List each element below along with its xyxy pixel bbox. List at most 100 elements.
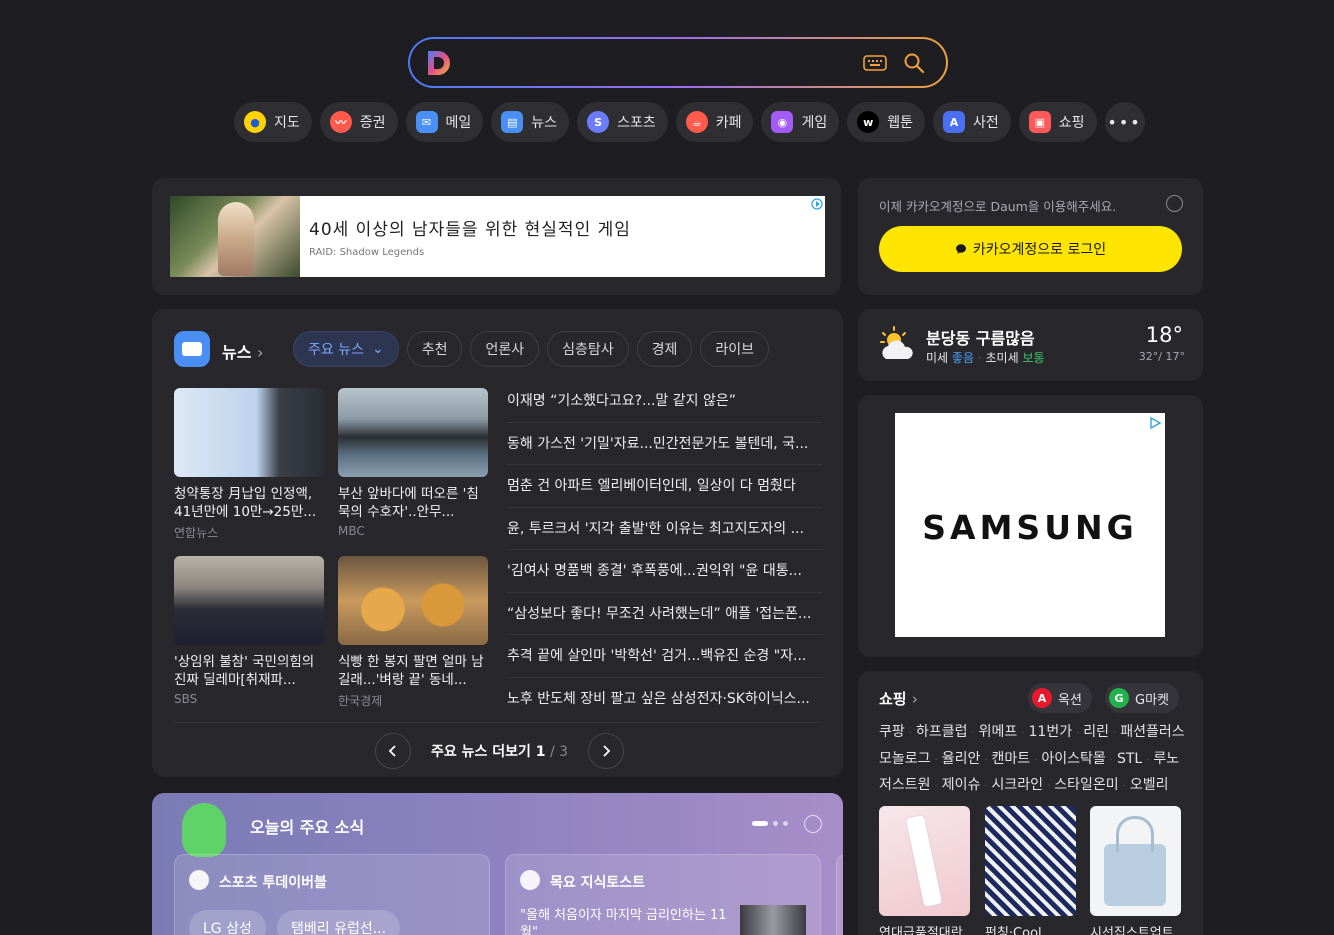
auction-link[interactable]: A 옥션 [1028,683,1092,713]
shop-link[interactable]: 모놀로그 [879,751,931,767]
shortcut-game[interactable]: ◉ 게임 [761,102,840,142]
shortcut-dictionary[interactable]: A 사전 [933,102,1011,142]
news-card[interactable]: '상임위 불참' 국민의힘의 진짜 딜레마[취재파... SBS [174,556,324,706]
shop-link[interactable]: 쿠팡 [879,724,905,740]
headline-list: 이재명 “기소했다고요?...말 같지 않은” 동해 가스전 '기밀'자료...… [507,380,822,720]
tab-press[interactable]: 언론사 [470,331,540,367]
service-shortcuts: ● 지도 〰 증권 ✉ 메일 ▤ 뉴스 S 스포츠 ☕ 카페 ◉ 게임 w 웹툰 A 사전 ▣ 쇼핑… [234,102,1145,142]
today-card-sports[interactable]: 스포츠 투데이버블 LG 삼성 탬베리 유럽선... [174,854,490,935]
shop-link[interactable]: 11번가 [1029,724,1073,740]
tab-live[interactable]: 라이브 [700,331,770,367]
search-input[interactable] [466,47,856,79]
gmarket-link[interactable]: G G마켓 [1105,683,1179,713]
headline-item[interactable]: 노후 반도체 장비 팔고 싶은 삼성전자·SK하이닉스... [507,678,822,721]
shop-link[interactable]: 제이슈 [942,777,981,793]
news-section-icon [174,331,210,367]
kakao-login-button[interactable]: 카카오계정으로 로그인 [879,226,1182,272]
shop-link[interactable]: STL [1117,751,1142,767]
news-tabs: 주요 뉴스 ⌄ 추천 언론사 심층탐사 경제 라이브 [293,331,770,367]
map-pin-icon: ● [244,111,266,133]
headline-item[interactable]: 동해 가스전 '기밀'자료...민간전문가도 볼텐데, 국... [507,423,822,465]
shop-link[interactable]: 패션플러스 [1120,724,1184,740]
today-card-peek [836,854,843,935]
prev-page-button[interactable] [375,733,411,769]
ad-source: RAID: Shadow Legends [309,247,425,258]
info-icon[interactable] [804,815,822,833]
shortcut-webtoon[interactable]: w 웹툰 [847,102,925,142]
side-ad[interactable]: SAMSUNG [858,395,1203,657]
more-services-button[interactable]: ••• [1104,102,1145,142]
news-card[interactable]: 식빵 한 봉지 팔면 얼마 남길래...'벼랑 끝' 동네... 한국경제 [338,556,488,709]
mail-icon: ✉ [415,111,438,133]
carousel-dots[interactable] [752,821,788,826]
ad-content[interactable]: 40세 이상의 남자들을 위한 현실적인 게임 RAID: Shadow Leg… [170,196,825,277]
shortcut-map[interactable]: ● 지도 [234,102,312,142]
shortcut-news[interactable]: ▤ 뉴스 [491,102,570,142]
hashtag-icon [189,870,209,890]
side-ad-content[interactable]: SAMSUNG [895,413,1165,637]
shop-link[interactable]: 하프클럽 [916,724,968,740]
shop-link[interactable]: 율리안 [942,751,981,767]
shortcut-cafe[interactable]: ☕ 카페 [675,102,754,142]
adchoices-icon[interactable] [1149,417,1161,429]
product-name: 시선집스트업트 [1090,926,1174,935]
tab-recommend[interactable]: 추천 [406,331,463,367]
news-card[interactable]: 부산 앞바다에 떠오른 '침묵의 수호자'..안무... MBC [338,388,488,538]
keyboard-icon[interactable] [862,52,888,74]
shortcut-stock[interactable]: 〰 증권 [319,102,398,142]
shopping-title-link[interactable]: 쇼핑 › [879,688,918,709]
shop-link[interactable]: 스타일온미 [1054,777,1118,793]
news-pager: 주요 뉴스 더보기 1 / 3 [375,733,625,769]
next-page-button[interactable] [588,733,625,769]
chip[interactable]: 탬베리 유럽선... [277,910,401,935]
weather-widget[interactable]: 분당동 구름많음 미세 좋음 · 초미세 보통 18° 32°/ 17° [858,309,1203,381]
mascot-icon [182,803,226,857]
headline-item[interactable]: 추격 끝에 살인마 '박학선' 검거...백유진 순경 "자... [507,635,822,678]
ad-title: 40세 이상의 남자들을 위한 현실적인 게임 [309,220,631,240]
shortcut-shopping[interactable]: ▣ 쇼핑 [1018,102,1097,142]
shop-link[interactable]: 시크라인 [992,777,1044,793]
today-card-knowledge[interactable]: 목요 지식토스트 "올해 처음이자 마지막 금리인하는 11월" [505,854,821,935]
chevron-right-icon [603,745,611,757]
ad-banner[interactable]: 40세 이상의 남자들을 위한 현실적인 게임 RAID: Shadow Leg… [152,178,841,295]
product-card[interactable]: 펀칭·Cool [985,806,1076,935]
divider [174,722,821,723]
shop-link[interactable]: 캔마트 [992,751,1031,767]
headline-item[interactable]: '김여사 명품백 종결' 후폭풍에...권익위 "윤 대통... [507,550,822,593]
shopping-bag-icon: ▣ [1028,111,1051,133]
headline-item[interactable]: 이재명 “기소했다고요?...말 같지 않은” [507,380,822,423]
tab-main-news[interactable]: 주요 뉴스 ⌄ [293,331,399,367]
more-dots-icon: ••• [1107,112,1142,132]
news-card-press: MBC [338,524,365,538]
info-icon[interactable] [1166,195,1183,212]
shop-link[interactable]: 오벨리 [1130,777,1169,793]
adchoices-icon[interactable] [811,198,823,210]
product-image [879,806,970,916]
tab-economy[interactable]: 경제 [636,331,693,367]
product-card[interactable]: 시선집스트업트 [1090,806,1181,935]
shortcut-mail[interactable]: ✉ 메일 [405,102,484,142]
shop-link[interactable]: 위메프 [979,724,1018,740]
headline-item[interactable]: “삼성보다 좋다! 무조건 사려했는데” 애플 '접는폰... [507,593,822,635]
search-bar[interactable] [408,37,948,88]
chip[interactable]: LG 삼성 [189,910,266,935]
shortcut-sports[interactable]: S 스포츠 [577,102,668,142]
stock-chart-icon: 〰 [329,111,352,133]
chevron-right-icon: › [911,690,918,708]
shop-link[interactable]: 아이스탁몰 [1041,751,1105,767]
chevron-right-icon: › [257,343,264,362]
tab-investigation[interactable]: 심층탐사 [547,331,629,367]
headline-item[interactable]: 윤, 투르크서 '지각 출발'한 이유는 최고지도자의 ... [507,508,822,550]
headline-item[interactable]: 멈춘 건 아파트 엘리베이터인데, 일상이 다 멈췄다 [507,465,822,508]
product-name: 연대급품절대란 [879,926,963,935]
search-icon[interactable] [902,51,926,75]
product-card[interactable]: 연대급품절대란 [879,806,970,935]
shop-link[interactable]: 루노 [1153,751,1179,767]
news-card[interactable]: 청약통장 月납입 인정액, 41년만에 10만→25만... 연합뉴스 [174,388,324,541]
news-title-link[interactable]: 뉴스 › [222,339,263,363]
shopping-links: 쿠팡 · 하프클럽 · 위메프 · 11번가 · 리린 · 패션플러스 모놀로그 · 율리안 · 캔마트 · 아… [879,724,1185,793]
shop-link[interactable]: 저스트원 [879,777,931,793]
speech-bubble-icon [955,244,966,254]
more-news-label[interactable]: 주요 뉴스 더보기 1 / 3 [431,741,568,761]
shop-link[interactable]: 리린 [1083,724,1109,740]
